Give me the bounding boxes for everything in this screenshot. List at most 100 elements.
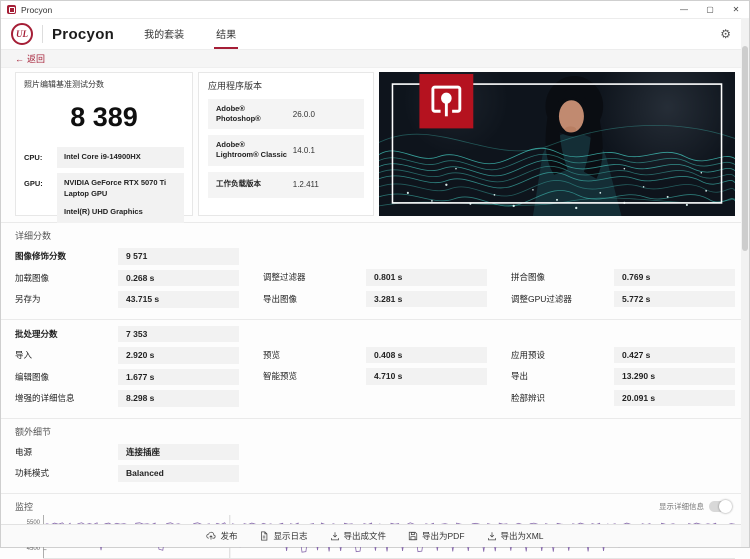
metric-row: 增强的详细信息 8.298 s	[15, 390, 239, 407]
metric-value: 8.298 s	[118, 390, 239, 407]
metric-row: 导出图像 3.281 s	[263, 290, 487, 307]
back-label: 返回	[27, 54, 46, 64]
metric-value: 2.920 s	[118, 347, 239, 364]
metric-label: 导出	[511, 371, 529, 382]
metric-row: 编辑图像 1.677 s	[15, 368, 239, 385]
close-icon[interactable]: ✕	[723, 1, 749, 18]
procyon-badge-icon	[419, 74, 474, 129]
metric-label: 编辑图像	[15, 371, 50, 382]
version-row: Adobe® Lightroom® Classic 14.0.1	[208, 135, 364, 166]
detailed-section-title: 详细分数	[15, 231, 52, 241]
section-divider	[1, 318, 749, 320]
metric-label: 增强的详细信息	[15, 393, 75, 404]
metric-value: 0.801 s	[366, 269, 487, 286]
metric-row: 批处理分数 7 353	[15, 325, 239, 342]
metric-value: 5.772 s	[614, 290, 735, 307]
metric-label: 智能预览	[263, 371, 298, 382]
extra-label: 功耗模式	[15, 468, 50, 479]
tab-my-suites[interactable]: 我的套装	[142, 19, 186, 49]
spec-value: Intel Core i9-14900HX	[57, 147, 184, 168]
benchmark-score: 8 389	[70, 102, 138, 132]
metric-value: 0.408 s	[366, 346, 487, 363]
export-xml-button[interactable]: 导出为XML	[487, 530, 544, 542]
log-icon	[259, 531, 269, 541]
ul-logo: UL	[11, 23, 33, 45]
metric-value: 1.677 s	[118, 368, 239, 385]
metric-value: 13.290 s	[614, 368, 735, 385]
metric-value: 7 353	[118, 325, 239, 342]
show-details-label: 显示详细信息	[659, 501, 704, 511]
metric-row: 脸部辨识 20.091 s	[511, 389, 735, 406]
metric-row: 加载图像 0.268 s	[15, 269, 239, 286]
metric-label: 另存为	[15, 294, 41, 305]
minimize-icon[interactable]: —	[671, 1, 697, 18]
metric-row: 应用预设 0.427 s	[511, 346, 735, 363]
metric-row: 智能预览 4.710 s	[263, 368, 487, 385]
version-value: 26.0.0	[292, 109, 315, 119]
extra-row: 电源 连接插座	[15, 443, 239, 460]
metric-value: 3.281 s	[366, 290, 487, 307]
app-icon	[7, 5, 16, 14]
spec-label: GPU:	[24, 178, 43, 188]
metric-label: 脸部辨识	[511, 392, 546, 403]
brand-title: Procyon	[52, 25, 115, 43]
metric-row: 预览 0.408 s	[263, 346, 487, 363]
metric-label: 图像修饰分数	[15, 251, 67, 262]
footer-button-label: 导出为PDF	[422, 531, 465, 541]
show-details-toggle[interactable]	[709, 499, 732, 513]
spec-value: NVIDIA GeForce RTX 5070 Ti Laptop GPU Int…	[57, 172, 184, 223]
metric-value: 0.769 s	[614, 269, 735, 286]
footer-button-label: 显示日志	[273, 531, 308, 541]
version-row: Adobe® Photoshop® 26.0.0	[208, 99, 364, 130]
versions-panel-title: 应用程序版本	[208, 81, 263, 91]
metric-row: 图像修饰分数 9 571	[15, 248, 239, 265]
version-value: 1.2.411	[292, 180, 319, 189]
window-title: Procyon	[21, 4, 53, 15]
tab-bar: 我的套装 结果	[142, 19, 239, 49]
export-xml-icon	[487, 531, 497, 541]
gear-icon[interactable]: ⚙	[720, 27, 731, 41]
version-value: 14.0.1	[292, 145, 315, 155]
version-row: 工作负载版本 1.2.411	[208, 171, 364, 198]
scrollbar-thumb[interactable]	[742, 46, 748, 251]
tab-results[interactable]: 结果	[214, 19, 239, 49]
metric-value: 4.710 s	[366, 368, 487, 385]
extra-section-title: 额外细节	[15, 426, 52, 437]
metric-label: 导出图像	[263, 293, 298, 304]
export-pdf-button[interactable]: 导出为PDF	[408, 530, 465, 542]
extra-value: Balanced	[118, 465, 239, 482]
extra-rows: 电源 连接插座功耗模式 Balanced	[15, 443, 239, 487]
metric-value: 0.268 s	[118, 269, 239, 286]
back-arrow-icon: ←	[15, 53, 24, 64]
metric-label: 批处理分数	[15, 328, 58, 339]
metric-label: 应用预设	[511, 349, 546, 360]
metric-value: 43.715 s	[118, 291, 239, 308]
main-content: 照片编辑基准测试分数 8 389 CPU: Intel Core i9-14900…	[1, 68, 749, 559]
spec-label: CPU:	[24, 153, 43, 162]
score-panel-title: 照片编辑基准测试分数	[24, 80, 104, 89]
app-header: UL Procyon 我的套装 结果 ⚙	[1, 19, 749, 50]
spec-row: GPU: NVIDIA GeForce RTX 5070 Ti Laptop GP…	[24, 172, 184, 223]
metric-row: 调整过滤器 0.801 s	[263, 269, 487, 286]
metric-label: 调整过滤器	[263, 272, 306, 283]
section-divider	[1, 492, 749, 494]
metric-row: 调整GPU过滤器 5.772 s	[511, 290, 735, 307]
publish-button[interactable]: 发布	[206, 530, 237, 542]
metric-row: 拼合图像 0.769 s	[511, 269, 735, 286]
metric-row: 另存为 43.715 s	[15, 291, 239, 308]
maximize-icon[interactable]: ▢	[697, 1, 723, 18]
footer-button-label: 导出成文件	[343, 531, 387, 541]
footer-button-label: 导出为XML	[500, 531, 544, 541]
spec-row: CPU: Intel Core i9-14900HX	[24, 147, 184, 168]
score-specs: CPU: Intel Core i9-14900HX GPU: NVIDIA GeFo…	[24, 147, 184, 223]
export-file-button[interactable]: 导出成文件	[330, 530, 387, 542]
log-button[interactable]: 显示日志	[259, 530, 308, 542]
metric-label: 导入	[15, 350, 33, 361]
metric-label: 加载图像	[15, 272, 50, 283]
back-button[interactable]: ← 返回	[15, 52, 45, 65]
metric-label: 预览	[263, 349, 281, 360]
publish-icon	[206, 531, 216, 541]
section-divider	[1, 417, 749, 419]
metric-label: 调整GPU过滤器	[511, 293, 572, 304]
metric-label: 拼合图像	[511, 272, 546, 283]
